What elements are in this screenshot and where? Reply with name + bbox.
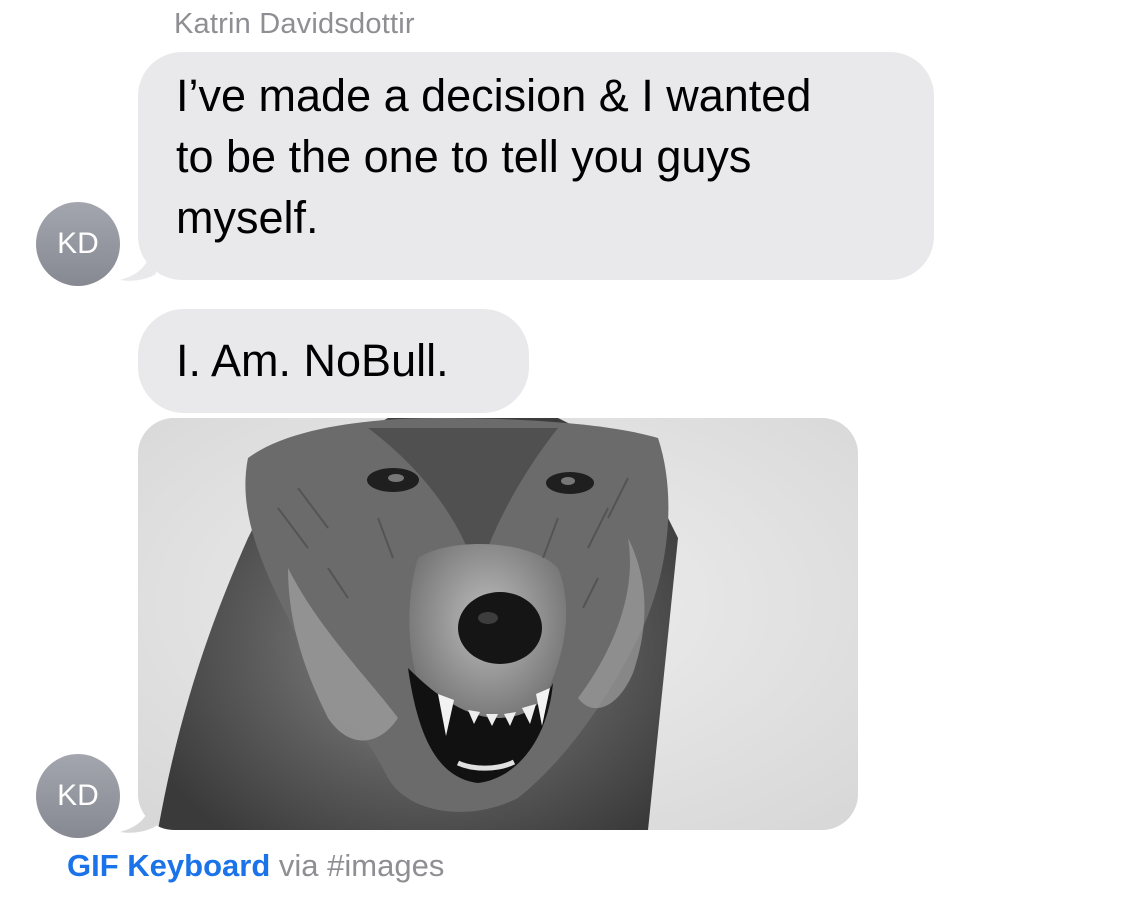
message-line: myself. xyxy=(176,192,319,243)
gif-keyboard-link[interactable]: GIF Keyboard xyxy=(67,848,270,883)
avatar[interactable]: KD xyxy=(36,754,120,838)
message-bubble[interactable]: I. Am. NoBull. xyxy=(138,309,529,413)
via-text: via xyxy=(278,848,319,883)
avatar[interactable]: KD xyxy=(36,202,120,286)
message-bubble[interactable]: I’ve made a decision & I wanted to be th… xyxy=(138,52,934,280)
source-hashtag: #images xyxy=(327,848,445,883)
sender-name: Katrin Davidsdottir xyxy=(174,8,415,40)
wolf-gif-icon xyxy=(138,418,858,830)
message-line: I’ve made a decision & I wanted xyxy=(176,70,812,121)
gif-message[interactable] xyxy=(138,418,858,830)
message-text: I. Am. NoBull. xyxy=(176,335,449,386)
message-line: to be the one to tell you guys xyxy=(176,131,752,182)
gif-attribution: GIF Keyboard via #images xyxy=(67,848,444,884)
